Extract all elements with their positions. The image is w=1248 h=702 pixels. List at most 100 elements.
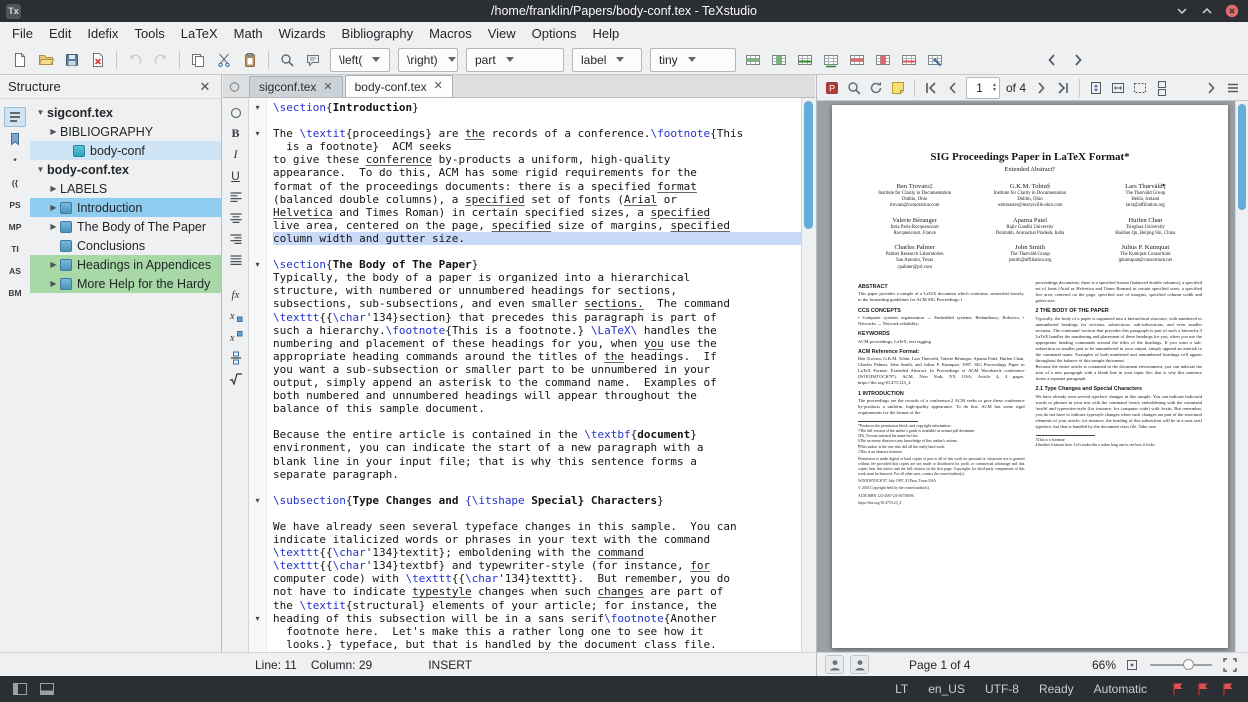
- continuous-button[interactable]: [1151, 77, 1173, 99]
- fold-marker-icon[interactable]: ▾: [249, 258, 266, 271]
- code-line[interactable]: the \textit{structural} elements of your…: [273, 599, 801, 612]
- magnifier-button[interactable]: [843, 77, 865, 99]
- sticky-note-button[interactable]: [887, 77, 909, 99]
- code-line[interactable]: \section{Introduction}: [273, 101, 801, 114]
- code-line[interactable]: footnote here. Let's make this a rather …: [273, 625, 801, 638]
- panel-close-icon[interactable]: ✕: [197, 79, 213, 95]
- pdf-content[interactable]: SIG Proceedings Paper in LaTeX Format* E…: [817, 101, 1235, 652]
- symbols-icon[interactable]: *: [4, 151, 26, 171]
- bookmark-3-flag-icon[interactable]: [1218, 679, 1238, 699]
- undo-button[interactable]: [122, 47, 148, 73]
- fold-marker-icon[interactable]: ▾: [249, 612, 266, 625]
- table-remove-row-button[interactable]: [844, 47, 870, 73]
- code-line[interactable]: blank line in your input file; that is w…: [273, 455, 801, 468]
- fraction-button[interactable]: [225, 347, 247, 368]
- font-size-combo[interactable]: tiny: [650, 48, 736, 72]
- code-line[interactable]: you want a sub-subsection or smaller par…: [273, 363, 801, 376]
- pstricks-icon[interactable]: PS: [4, 195, 26, 215]
- table-remove-hline-button[interactable]: [896, 47, 922, 73]
- tab-corner-icon[interactable]: [227, 79, 242, 94]
- maximize-button[interactable]: [1199, 3, 1215, 19]
- code-line[interactable]: Typically, the body of a paper is organi…: [273, 271, 801, 284]
- close-button[interactable]: [1224, 3, 1240, 19]
- fold-marker-icon[interactable]: ▾: [249, 494, 266, 507]
- subscript-button[interactable]: x: [225, 305, 247, 326]
- menu-edit[interactable]: Edit: [41, 23, 79, 44]
- code-line[interactable]: [273, 481, 801, 494]
- table-add-hline-button[interactable]: [792, 47, 818, 73]
- status-utf-8[interactable]: UTF-8: [977, 680, 1027, 698]
- editor-scrollbar-thumb[interactable]: [804, 101, 813, 229]
- fit-page-button[interactable]: [1085, 77, 1107, 99]
- bold-button[interactable]: B: [225, 123, 247, 144]
- zoom-slider[interactable]: [1150, 658, 1212, 672]
- pdf-scrollbar-thumb[interactable]: [1238, 104, 1246, 210]
- expander-icon[interactable]: ▶: [47, 203, 60, 212]
- expander-icon[interactable]: ▶: [47, 184, 60, 193]
- bookmark-2-flag-icon[interactable]: [1193, 679, 1213, 699]
- zoom-selection-button[interactable]: [1129, 77, 1151, 99]
- tab-close-icon[interactable]: ✕: [434, 81, 443, 92]
- bookmark-1-flag-icon[interactable]: [1168, 679, 1188, 699]
- editor-code[interactable]: \section{Introduction}The \textit{procee…: [267, 98, 801, 652]
- brackets-icon[interactable]: ({: [4, 173, 26, 193]
- code-line[interactable]: \texttt{{\char'134}textit}; emboldening …: [273, 546, 801, 559]
- fullscreen-button[interactable]: [1220, 655, 1240, 675]
- asymptote-icon[interactable]: AS: [4, 261, 26, 281]
- copy-button[interactable]: [185, 47, 211, 73]
- code-line[interactable]: environment, you can indicate the start …: [273, 441, 801, 454]
- redo-button[interactable]: [148, 47, 174, 73]
- expander-icon[interactable]: ▼: [34, 165, 47, 174]
- code-line[interactable]: format of the proceedings documents: the…: [273, 180, 801, 193]
- code-line[interactable]: looks.} typeface, but that is handled by…: [273, 638, 801, 651]
- previous-document-button[interactable]: [1039, 47, 1065, 73]
- new-document-button[interactable]: [7, 47, 33, 73]
- expander-icon[interactable]: ▶: [47, 260, 60, 269]
- status-lt[interactable]: LT: [887, 680, 916, 698]
- comment-button[interactable]: [300, 47, 326, 73]
- expander-icon[interactable]: ▶: [47, 222, 60, 231]
- annotations-user-button[interactable]: [825, 655, 844, 674]
- code-line[interactable]: structure, with numbered or unnumbered h…: [273, 284, 801, 297]
- code-line[interactable]: separate paragraph.: [273, 468, 801, 481]
- menu-latex[interactable]: LaTeX: [173, 23, 226, 44]
- structure-view-icon[interactable]: [4, 107, 26, 127]
- beamer-icon[interactable]: BM: [4, 283, 26, 303]
- last-page-button[interactable]: [1052, 77, 1074, 99]
- superscript-button[interactable]: x: [225, 326, 247, 347]
- code-line[interactable]: (balanced double columns), a specified s…: [273, 193, 801, 206]
- expander-icon[interactable]: ▼: [34, 108, 47, 117]
- code-line[interactable]: [273, 245, 801, 258]
- code-line[interactable]: appropriate heading commands around the …: [273, 350, 801, 363]
- metapost-icon[interactable]: MP: [4, 217, 26, 237]
- menu-help[interactable]: Help: [584, 23, 627, 44]
- align-center-button[interactable]: [225, 207, 247, 228]
- code-line[interactable]: such a hierarchy.\footnote{This is a foo…: [273, 324, 801, 337]
- structure-item[interactable]: ▶LABELS: [30, 179, 221, 198]
- status-ready[interactable]: Ready: [1031, 680, 1082, 698]
- italic-button[interactable]: I: [225, 144, 247, 165]
- annotations-users-button[interactable]: [850, 655, 869, 674]
- code-line[interactable]: subsections, sub-subsections, and even s…: [273, 297, 801, 310]
- code-line[interactable]: numbering and placement of these heading…: [273, 337, 801, 350]
- code-line[interactable]: \texttt{{\char'134}section} that precede…: [273, 311, 801, 324]
- paste-button[interactable]: [237, 47, 263, 73]
- tab-close-icon[interactable]: ✕: [323, 82, 332, 93]
- page-number-input[interactable]: 1▲▼: [966, 77, 1000, 99]
- zoom-grid-icon[interactable]: [1122, 655, 1142, 675]
- code-line[interactable]: \texttt{{\char'134}textbf} and typewrite…: [273, 559, 801, 572]
- code-line[interactable]: We have already seen several typeface ch…: [273, 520, 801, 533]
- code-line[interactable]: both numbered and unnumbered headings wi…: [273, 389, 801, 402]
- function-button[interactable]: fx: [225, 284, 247, 305]
- next-page-button[interactable]: [1030, 77, 1052, 99]
- align-left-button[interactable]: [225, 186, 247, 207]
- structure-item[interactable]: body-conf: [30, 141, 221, 160]
- menu-idefix[interactable]: Idefix: [79, 23, 126, 44]
- editor-scrollbar[interactable]: [801, 98, 815, 652]
- code-line[interactable]: live area, centered on the page, specifi…: [273, 219, 801, 232]
- structure-item[interactable]: ▶Introduction: [30, 198, 221, 217]
- menu-wizards[interactable]: Wizards: [271, 23, 334, 44]
- toggle-side-panel-icon[interactable]: [10, 679, 30, 699]
- code-line[interactable]: to give these conference by-products a u…: [273, 153, 801, 166]
- code-line[interactable]: appearance. To do this, ACM has some rig…: [273, 166, 801, 179]
